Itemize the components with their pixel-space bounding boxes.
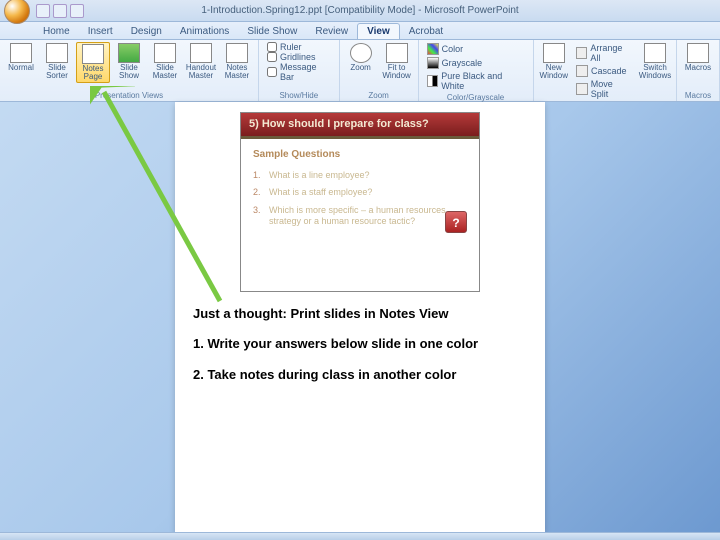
macros-button[interactable]: Macros [681,42,715,73]
arrange-all-button[interactable]: Arrange All [574,42,634,64]
handout-master-button[interactable]: Handout Master [184,42,218,83]
macros-icon [687,43,709,63]
tab-view[interactable]: View [357,23,400,39]
pure-bw-button[interactable]: Pure Black and White [425,70,527,92]
notes-page-button[interactable]: Notes Page [76,42,110,83]
group-label: Show/Hide [263,90,335,100]
slide-body: 1.What is a line employee? 2.What is a s… [241,164,479,239]
fit-to-window-button[interactable]: Fit to Window [380,42,414,81]
arrange-icon [576,47,587,59]
office-button[interactable] [4,0,30,24]
group-window: New Window Arrange All Cascade Move Spli… [534,40,677,101]
tab-insert[interactable]: Insert [79,24,122,39]
normal-button[interactable]: Normal [4,42,38,83]
slide-sorter-button[interactable]: Slide Sorter [40,42,74,83]
gridlines-checkbox[interactable]: Gridlines [265,52,333,62]
window-title: 1-Introduction.Spring12.ppt [Compatibili… [201,5,518,16]
ribbon: Normal Slide Sorter Notes Page Slide Sho… [0,40,720,102]
note-line: Just a thought: Print slides in Notes Vi… [193,306,527,322]
redo-icon[interactable] [70,4,84,18]
message-bar-checkbox[interactable]: Message Bar [265,62,333,82]
group-show-hide: Ruler Gridlines Message Bar Show/Hide [259,40,340,101]
save-icon[interactable] [36,4,50,18]
tab-review[interactable]: Review [306,24,357,39]
group-zoom: Zoom Fit to Window Zoom [340,40,419,101]
editing-canvas: 5) How should I prepare for class? Sampl… [0,102,720,532]
fit-icon [386,43,408,63]
ribbon-tabs: Home Insert Design Animations Slide Show… [0,22,720,40]
group-label: Color/Grayscale [423,92,529,102]
group-presentation-views: Normal Slide Sorter Notes Page Slide Sho… [0,40,259,101]
sorter-icon [46,43,68,63]
switch-windows-button[interactable]: Switch Windows [638,42,672,100]
grayscale-icon [427,57,439,69]
bw-icon [427,75,439,87]
question-icon: ? [445,211,467,233]
switch-icon [644,43,666,63]
new-window-icon [543,43,565,63]
normal-icon [10,43,32,63]
tab-animations[interactable]: Animations [171,24,238,39]
cascade-icon [576,65,588,77]
note-line: 2. Take notes during class in another co… [193,367,527,383]
notes-page-icon [82,44,104,64]
group-label: Zoom [344,90,414,100]
color-icon [427,43,439,55]
tab-slideshow[interactable]: Slide Show [238,24,306,39]
group-label: Presentation Views [4,90,254,100]
split-icon [576,83,588,95]
slide-master-icon [154,43,176,63]
slideshow-icon [118,43,140,63]
undo-icon[interactable] [53,4,67,18]
ruler-checkbox[interactable]: Ruler [265,42,333,52]
grayscale-button[interactable]: Grayscale [425,56,527,70]
handout-master-icon [190,43,212,63]
group-label: Macros [681,90,715,100]
color-button[interactable]: Color [425,42,527,56]
slide-show-button[interactable]: Slide Show [112,42,146,83]
title-bar: 1-Introduction.Spring12.ppt [Compatibili… [0,0,720,22]
move-split-button[interactable]: Move Split [574,78,634,100]
tab-acrobat[interactable]: Acrobat [400,24,452,39]
group-macros: Macros Macros [677,40,720,101]
notes-page[interactable]: 5) How should I prepare for class? Sampl… [175,102,545,532]
slide-title: 5) How should I prepare for class? [241,113,479,139]
notes-master-icon [226,43,248,63]
new-window-button[interactable]: New Window [538,42,570,100]
quick-access-toolbar [36,4,84,18]
tab-home[interactable]: Home [34,24,79,39]
slide-subtitle: Sample Questions [241,139,479,164]
zoom-icon [350,43,372,63]
notes-master-button[interactable]: Notes Master [220,42,254,83]
note-line: 1. Write your answers below slide in one… [193,336,527,352]
slide-thumbnail[interactable]: 5) How should I prepare for class? Sampl… [240,112,480,292]
slide-master-button[interactable]: Slide Master [148,42,182,83]
zoom-button[interactable]: Zoom [344,42,378,81]
status-bar [0,532,720,540]
group-color-grayscale: Color Grayscale Pure Black and White Col… [419,40,534,101]
cascade-button[interactable]: Cascade [574,64,634,78]
tab-design[interactable]: Design [122,24,171,39]
notes-text-area[interactable]: Just a thought: Print slides in Notes Vi… [187,306,533,383]
